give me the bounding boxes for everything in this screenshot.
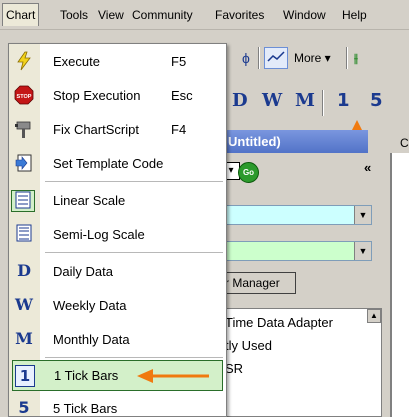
menu-item-shortcut: Esc — [171, 88, 193, 103]
go-button[interactable]: Go — [238, 162, 259, 183]
weekly-icon: W — [15, 295, 33, 314]
chart-pane-edge — [391, 153, 409, 417]
manager-button[interactable]: r Manager — [222, 272, 296, 294]
menu-item-monthly-data[interactable]: M Monthly Data — [9, 324, 226, 355]
side-tab-label: C — [400, 136, 409, 150]
left-arrow-annotation — [137, 369, 209, 383]
menu-item-label: Daily Data — [53, 264, 113, 279]
lightning-icon — [13, 51, 35, 71]
menu-item-linear-scale[interactable]: Linear Scale — [9, 185, 226, 216]
list-item[interactable]: Time Data Adapter — [225, 315, 333, 330]
menu-separator — [45, 252, 223, 253]
menu-item-label: 1 Tick Bars — [54, 368, 119, 383]
menu-item-shortcut: F5 — [171, 54, 187, 69]
menu-item-5-tick-bars[interactable]: 5 5 Tick Bars — [9, 393, 226, 417]
chart-window-title: Untitled) — [222, 130, 368, 153]
menu-item-set-template-code[interactable]: Set Template Code — [9, 148, 226, 179]
wrench-icon — [13, 119, 35, 139]
chevron-down-icon[interactable]: ▼ — [354, 242, 371, 260]
chart-menu-dropdown: Execute F5 STOP Stop Execution Esc Fix C… — [8, 43, 227, 417]
menu-item-label: Set Template Code — [53, 156, 164, 171]
menu-item-label: Semi-Log Scale — [53, 227, 145, 242]
menu-item-label: Monthly Data — [53, 332, 130, 347]
scroll-up-icon[interactable]: ▲ — [367, 309, 381, 323]
five-tick-icon: 5 — [18, 398, 30, 417]
menu-item-label: Weekly Data — [53, 298, 127, 313]
menu-item-label: Linear Scale — [53, 193, 126, 208]
menu-item-execute[interactable]: Execute F5 — [9, 46, 226, 77]
svg-text:STOP: STOP — [17, 94, 32, 100]
one-tick-icon: 1 — [14, 365, 36, 387]
data-source-list[interactable]: Time Data Adapter tly Used SR ▲ — [222, 308, 382, 417]
menu-item-label: Execute — [53, 54, 100, 69]
symbol-combo[interactable]: ▼ — [222, 205, 372, 225]
template-icon — [13, 153, 35, 173]
menu-item-label: Fix ChartScript — [53, 122, 139, 137]
menu-item-semi-log-scale[interactable]: Semi-Log Scale — [9, 219, 226, 250]
menu-item-fix-chartscript[interactable]: Fix ChartScript F4 — [9, 114, 226, 145]
daily-icon: D — [17, 261, 31, 280]
menu-item-stop-execution[interactable]: STOP Stop Execution Esc — [9, 80, 226, 111]
menu-item-weekly-data[interactable]: W Weekly Data — [9, 290, 226, 321]
semilog-scale-icon — [13, 224, 35, 244]
list-item[interactable]: SR — [225, 361, 243, 376]
menu-item-daily-data[interactable]: D Daily Data — [9, 256, 226, 287]
menu-separator — [45, 181, 223, 182]
menu-item-label: 5 Tick Bars — [53, 401, 118, 416]
menu-item-shortcut: F4 — [171, 122, 187, 137]
app-window: Chart Tools View Community Favorites Win… — [0, 0, 409, 417]
menu-item-label: Stop Execution — [53, 88, 141, 103]
menu-separator — [45, 357, 223, 358]
monthly-icon: M — [15, 329, 33, 348]
linear-scale-icon — [11, 190, 35, 212]
data-source-combo[interactable]: ▼ — [222, 241, 372, 261]
list-item[interactable]: tly Used — [225, 338, 272, 353]
collapse-chevron-icon[interactable]: « — [364, 160, 371, 175]
menu-item-1-tick-bars[interactable]: 1 1 Tick Bars — [12, 360, 223, 391]
chevron-down-icon[interactable]: ▼ — [354, 206, 371, 224]
stop-icon: STOP — [13, 85, 35, 105]
